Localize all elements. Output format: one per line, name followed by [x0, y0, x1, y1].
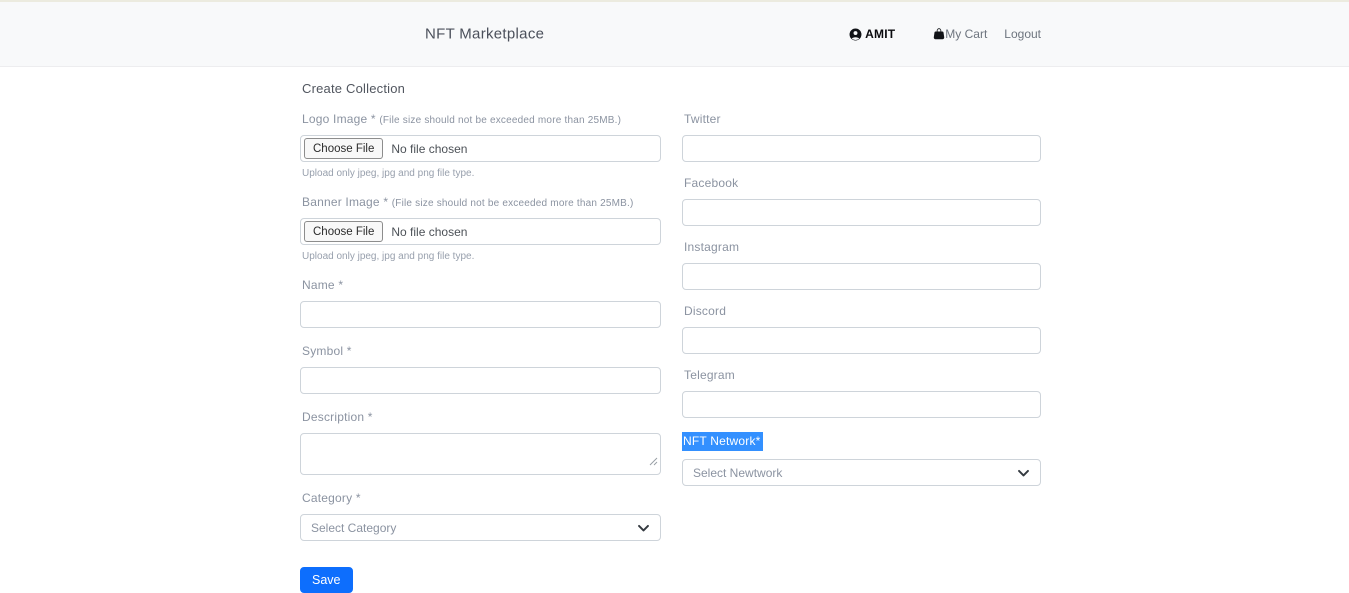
navbar: NFT Marketplace AMIT My Cart Logout	[0, 2, 1349, 67]
nft-network-select[interactable]: Select Newtwork	[682, 459, 1041, 486]
logo-image-group: Logo Image * (File size should not be ex…	[300, 112, 661, 179]
create-collection-form: Logo Image * (File size should not be ex…	[300, 112, 1349, 593]
twitter-label: Twitter	[684, 112, 1041, 126]
chevron-down-icon	[637, 521, 650, 534]
user-name: AMIT	[865, 27, 895, 41]
facebook-label: Facebook	[684, 176, 1041, 190]
user-menu[interactable]: AMIT	[849, 27, 895, 41]
telegram-input[interactable]	[682, 391, 1041, 418]
symbol-group: Symbol *	[300, 344, 661, 394]
logo-choose-file-button[interactable]: Choose File	[304, 138, 383, 159]
chevron-down-icon	[1017, 466, 1030, 479]
telegram-label: Telegram	[684, 368, 1041, 382]
category-group: Category * Select Category	[300, 491, 661, 541]
instagram-group: Instagram	[682, 240, 1041, 290]
logo-file-input[interactable]: Choose File No file chosen	[300, 135, 661, 162]
category-label: Category *	[302, 491, 661, 505]
description-label: Description *	[302, 410, 661, 424]
symbol-input[interactable]	[300, 367, 661, 394]
banner-image-group: Banner Image * (File size should not be …	[300, 195, 661, 262]
description-textarea[interactable]	[300, 433, 661, 475]
description-group: Description *	[300, 410, 661, 475]
discord-input[interactable]	[682, 327, 1041, 354]
twitter-group: Twitter	[682, 112, 1041, 162]
nft-network-selected-value: Select Newtwork	[693, 466, 782, 480]
banner-file-status: No file chosen	[391, 225, 467, 239]
cart-bag-icon	[933, 28, 945, 40]
brand-title: NFT Marketplace	[425, 26, 544, 43]
discord-label: Discord	[684, 304, 1041, 318]
nft-network-group: NFT Network* Select Newtwork	[682, 432, 1041, 486]
logo-file-status: No file chosen	[391, 142, 467, 156]
banner-image-label: Banner Image * (File size should not be …	[302, 195, 661, 209]
logo-upload-note: Upload only jpeg, jpg and png file type.	[302, 168, 661, 179]
name-label: Name *	[302, 278, 661, 292]
category-select[interactable]: Select Category	[300, 514, 661, 541]
main-content: Create Collection Logo Image * (File siz…	[0, 67, 1349, 593]
name-group: Name *	[300, 278, 661, 328]
my-cart-label: My Cart	[945, 27, 987, 41]
facebook-group: Facebook	[682, 176, 1041, 226]
person-circle-icon	[849, 28, 862, 41]
form-right-column: Twitter Facebook Instagram Discord Teleg…	[682, 112, 1041, 593]
banner-file-input[interactable]: Choose File No file chosen	[300, 218, 661, 245]
telegram-group: Telegram	[682, 368, 1041, 418]
symbol-label: Symbol *	[302, 344, 661, 358]
my-cart-link[interactable]: My Cart	[933, 27, 987, 41]
logo-image-label: Logo Image * (File size should not be ex…	[302, 112, 661, 126]
save-button[interactable]: Save	[300, 567, 353, 593]
twitter-input[interactable]	[682, 135, 1041, 162]
name-input[interactable]	[300, 301, 661, 328]
nft-network-label: NFT Network*	[682, 432, 763, 451]
category-selected-value: Select Category	[311, 521, 396, 535]
facebook-input[interactable]	[682, 199, 1041, 226]
navbar-right: AMIT My Cart Logout	[849, 27, 1041, 41]
banner-choose-file-button[interactable]: Choose File	[304, 221, 383, 242]
form-left-column: Logo Image * (File size should not be ex…	[300, 112, 661, 593]
instagram-input[interactable]	[682, 263, 1041, 290]
banner-upload-note: Upload only jpeg, jpg and png file type.	[302, 251, 661, 262]
logout-link[interactable]: Logout	[1004, 27, 1041, 41]
discord-group: Discord	[682, 304, 1041, 354]
instagram-label: Instagram	[684, 240, 1041, 254]
logo-image-hint: (File size should not be exceeded more t…	[379, 115, 621, 126]
banner-image-hint: (File size should not be exceeded more t…	[392, 198, 634, 209]
page-title: Create Collection	[302, 81, 1349, 96]
